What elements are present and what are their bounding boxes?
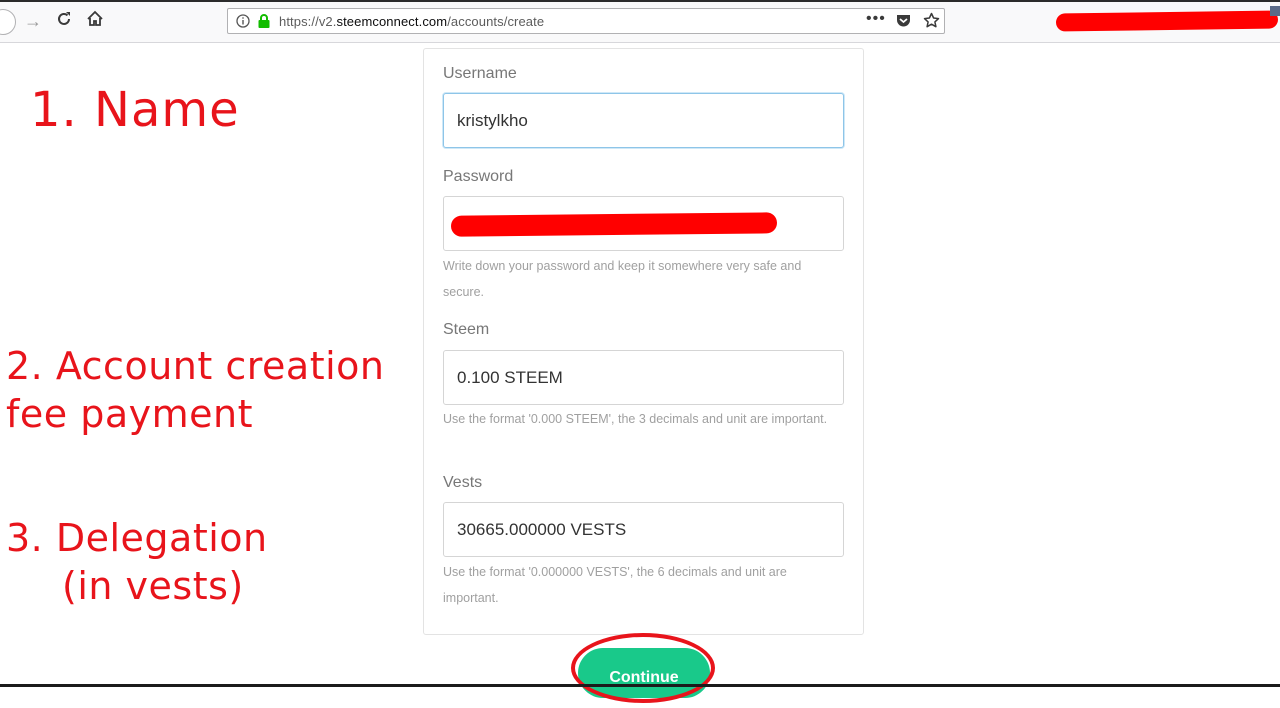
star-icon[interactable] bbox=[923, 12, 940, 29]
annotation-step-2-line-1: 2. Account creation bbox=[6, 344, 385, 388]
url-bar[interactable]: https://v2.steemconnect.com/accounts/cre… bbox=[227, 8, 945, 34]
annotation-step-3-line-2: (in vests) bbox=[62, 564, 244, 608]
home-icon[interactable] bbox=[84, 10, 106, 32]
annotation-step-3: 3. Delegation (in vests) bbox=[6, 514, 268, 610]
annotation-step-2: 2. Account creation fee payment bbox=[6, 342, 384, 438]
reload-icon[interactable] bbox=[53, 10, 75, 32]
password-help-text: Write down your password and keep it som… bbox=[443, 259, 802, 299]
password-redaction-mark bbox=[450, 212, 778, 237]
steem-help-text: Use the format '0.000 STEEM', the 3 deci… bbox=[443, 412, 828, 426]
back-button[interactable] bbox=[0, 9, 16, 35]
browser-toolbar: → https://v2.steemconnect.com/accounts/c… bbox=[0, 0, 1280, 43]
more-icon[interactable]: ••• bbox=[866, 10, 886, 28]
vests-input[interactable]: 30665.000000 VESTS bbox=[443, 502, 844, 557]
pocket-icon[interactable] bbox=[896, 14, 911, 28]
lock-icon bbox=[257, 13, 271, 29]
vests-help-text: Use the format '0.000000 VESTS', the 6 d… bbox=[443, 565, 787, 605]
url-prefix: https://v2. bbox=[279, 14, 337, 29]
annotation-step-1: 1. Name bbox=[30, 82, 240, 138]
window-top-edge bbox=[0, 0, 1280, 2]
corner-icon bbox=[1270, 6, 1280, 16]
username-input[interactable]: kristylkho bbox=[443, 93, 844, 148]
url-domain: steemconnect.com bbox=[336, 14, 448, 29]
vests-label: Vests bbox=[443, 474, 483, 491]
username-label: Username bbox=[443, 65, 517, 82]
annotation-step-3-line-1: 3. Delegation bbox=[6, 516, 268, 560]
url-text: https://v2.steemconnect.com/accounts/cre… bbox=[279, 14, 544, 29]
redaction-mark bbox=[1055, 10, 1279, 32]
annotation-step-2-line-2: fee payment bbox=[6, 392, 253, 436]
forward-arrow-icon[interactable]: → bbox=[22, 10, 44, 32]
continue-highlight-circle bbox=[571, 633, 715, 703]
steem-label: Steem bbox=[443, 321, 490, 338]
steem-input[interactable]: 0.100 STEEM bbox=[443, 350, 844, 405]
info-icon[interactable] bbox=[236, 14, 250, 28]
password-label: Password bbox=[443, 168, 514, 185]
url-path: /accounts/create bbox=[447, 14, 545, 29]
